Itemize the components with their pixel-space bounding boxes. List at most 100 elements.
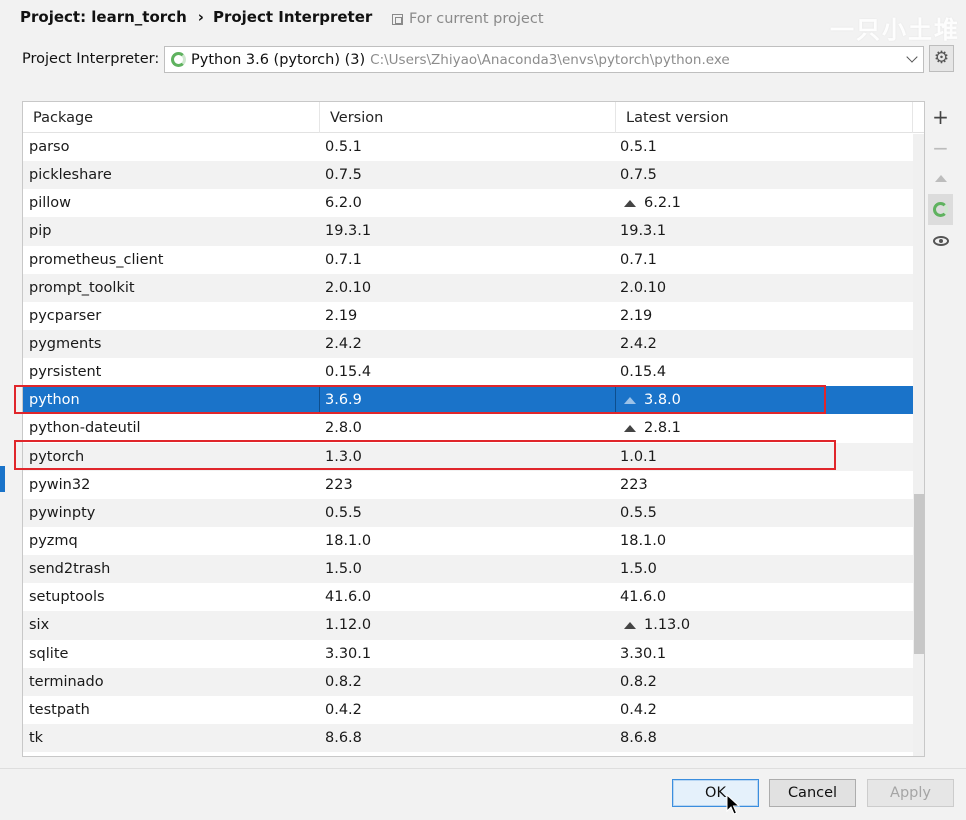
latest-version-text: 41.6.0 — [620, 589, 667, 606]
ok-button[interactable]: OK — [672, 779, 759, 807]
package-version: 2.8.0 — [325, 420, 362, 437]
package-latest-version: 18.1.0 — [616, 527, 913, 555]
loading-ring-icon — [933, 202, 948, 217]
package-name: pickleshare — [29, 167, 112, 184]
focus-indicator — [0, 466, 5, 492]
table-row[interactable]: pickleshare 0.7.5 0.7.5 — [23, 161, 924, 190]
package-version: 0.5.5 — [325, 504, 362, 521]
latest-version-text: 2.0.10 — [620, 279, 667, 296]
package-version: 0.8.2 — [325, 673, 362, 690]
package-version: 1.3.0 — [325, 448, 362, 465]
table-row[interactable]: prometheus_client 0.7.1 0.7.1 — [23, 245, 924, 274]
show-early-releases-button[interactable] — [928, 225, 953, 256]
latest-version-text: 0.7.5 — [620, 167, 657, 184]
package-latest-version: 2.0.10 — [616, 274, 913, 302]
package-latest-version: 1.5.0 — [616, 555, 913, 583]
uninstall-package-button[interactable]: − — [928, 132, 953, 163]
package-name: python-dateutil — [29, 420, 141, 437]
table-row[interactable]: parso 0.5.1 0.5.1 — [23, 133, 924, 162]
column-header-version[interactable]: Version — [320, 102, 616, 133]
package-toolbar: + − — [927, 101, 954, 256]
package-latest-version: 41.6.0 — [616, 583, 913, 611]
table-row[interactable]: send2trash 1.5.0 1.5.0 — [23, 555, 924, 584]
package-version: 19.3.1 — [325, 223, 372, 240]
latest-version-text: 2.8.1 — [644, 420, 681, 437]
column-header-latest-version[interactable]: Latest version — [616, 102, 913, 133]
upgrade-package-button[interactable] — [928, 163, 953, 194]
table-row[interactable]: prompt_toolkit 2.0.10 2.0.10 — [23, 273, 924, 302]
table-row[interactable]: terminado 0.8.2 0.8.2 — [23, 667, 924, 696]
package-version: 0.4.2 — [325, 701, 362, 718]
package-latest-version: 2.4.2 — [616, 330, 913, 358]
package-latest-version: 19.3.1 — [616, 217, 913, 245]
latest-version-text: 19.3.1 — [620, 223, 667, 240]
table-row[interactable]: setuptools 41.6.0 41.6.0 — [23, 583, 924, 612]
package-latest-version: 223 — [616, 471, 913, 499]
table-row[interactable]: pillow 6.2.0 6.2.1 — [23, 189, 924, 218]
interpreter-settings-button[interactable]: ⚙ — [929, 45, 954, 72]
interpreter-dropdown[interactable]: Python 3.6 (pytorch) (3) C:\Users\Zhiyao… — [164, 46, 924, 73]
table-row[interactable]: python-dateutil 2.8.0 2.8.1 — [23, 414, 924, 443]
minus-icon: − — [932, 135, 949, 160]
interpreter-path: C:\Users\Zhiyao\Anaconda3\envs\pytorch\p… — [370, 51, 730, 68]
package-name: pyzmq — [29, 533, 78, 550]
package-name: pip — [29, 223, 52, 240]
column-header-package[interactable]: Package — [23, 102, 320, 133]
install-package-button[interactable]: + — [928, 101, 953, 132]
table-row[interactable]: pywin32 223 223 — [23, 470, 924, 499]
table-row[interactable]: pywinpty 0.5.5 0.5.5 — [23, 498, 924, 527]
table-row[interactable]: sqlite 3.30.1 3.30.1 — [23, 639, 924, 668]
scope-label: For current project — [409, 11, 544, 27]
table-row[interactable]: pygments 2.4.2 2.4.2 — [23, 329, 924, 359]
cancel-button[interactable]: Cancel — [769, 779, 856, 807]
table-row[interactable]: pyzmq 18.1.0 18.1.0 — [23, 526, 924, 556]
table-header: Package Version Latest version — [23, 102, 924, 133]
vertical-scrollbar[interactable] — [913, 134, 924, 756]
interpreter-label: Project Interpreter: — [22, 51, 160, 67]
footer-divider — [0, 768, 966, 769]
latest-version-text: 1.0.1 — [620, 448, 657, 465]
table-row[interactable]: six 1.12.0 1.13.0 — [23, 611, 924, 640]
package-latest-version: 1.13.0 — [616, 611, 913, 639]
package-version: 2.4.2 — [325, 336, 362, 353]
package-version: 3.6.9 — [320, 386, 616, 415]
apply-button[interactable]: Apply — [867, 779, 954, 807]
table-row[interactable]: python 3.6.9 3.8.0 — [23, 386, 924, 415]
table-row[interactable]: testpath 0.4.2 0.4.2 — [23, 695, 924, 724]
package-name: prometheus_client — [29, 251, 164, 268]
packages-table[interactable]: Package Version Latest version parso 0.5.… — [22, 101, 925, 757]
package-name: pytorch — [29, 448, 85, 465]
package-latest-version: 3.30.1 — [616, 640, 913, 668]
package-version: 0.15.4 — [325, 364, 372, 381]
package-latest-version: 0.4.2 — [616, 696, 913, 724]
scrollbar-thumb[interactable] — [914, 494, 924, 654]
latest-version-text: 0.7.1 — [620, 251, 657, 268]
table-row[interactable]: pip 19.3.1 19.3.1 — [23, 217, 924, 246]
upgrade-available-icon — [624, 621, 636, 629]
upgrade-available-icon — [624, 424, 636, 432]
breadcrumb-project[interactable]: Project: learn_torch — [20, 8, 187, 26]
package-latest-version: 0.5.5 — [616, 499, 913, 527]
breadcrumb-separator: › — [197, 8, 204, 26]
package-latest-version: 1.0.1 — [616, 443, 913, 471]
package-latest-version: 0.15.4 — [616, 358, 913, 386]
table-row[interactable]: pyrsistent 0.15.4 0.15.4 — [23, 358, 924, 387]
table-row[interactable]: pytorch 1.3.0 1.0.1 — [23, 442, 924, 471]
latest-version-text: 0.4.2 — [620, 701, 657, 718]
package-name: python — [23, 386, 320, 415]
upgrade-icon — [934, 175, 947, 182]
use-conda-button[interactable] — [928, 194, 953, 225]
package-version: 8.6.8 — [325, 730, 362, 747]
latest-version-text: 18.1.0 — [620, 533, 667, 550]
table-body: parso 0.5.1 0.5.1 pickleshare 0.7.5 0.7.5 pill… — [23, 133, 924, 753]
package-name: pyrsistent — [29, 364, 102, 381]
table-row[interactable]: tk 8.6.8 8.6.8 — [23, 723, 924, 753]
table-row[interactable]: pycparser 2.19 2.19 — [23, 301, 924, 330]
package-name: pygments — [29, 336, 102, 353]
package-name: pywinpty — [29, 504, 96, 521]
package-version: 1.12.0 — [325, 617, 372, 634]
package-version: 2.0.10 — [325, 279, 372, 296]
package-latest-version: 2.19 — [616, 302, 913, 330]
eye-icon — [932, 235, 949, 246]
chevron-down-icon[interactable] — [906, 52, 918, 66]
